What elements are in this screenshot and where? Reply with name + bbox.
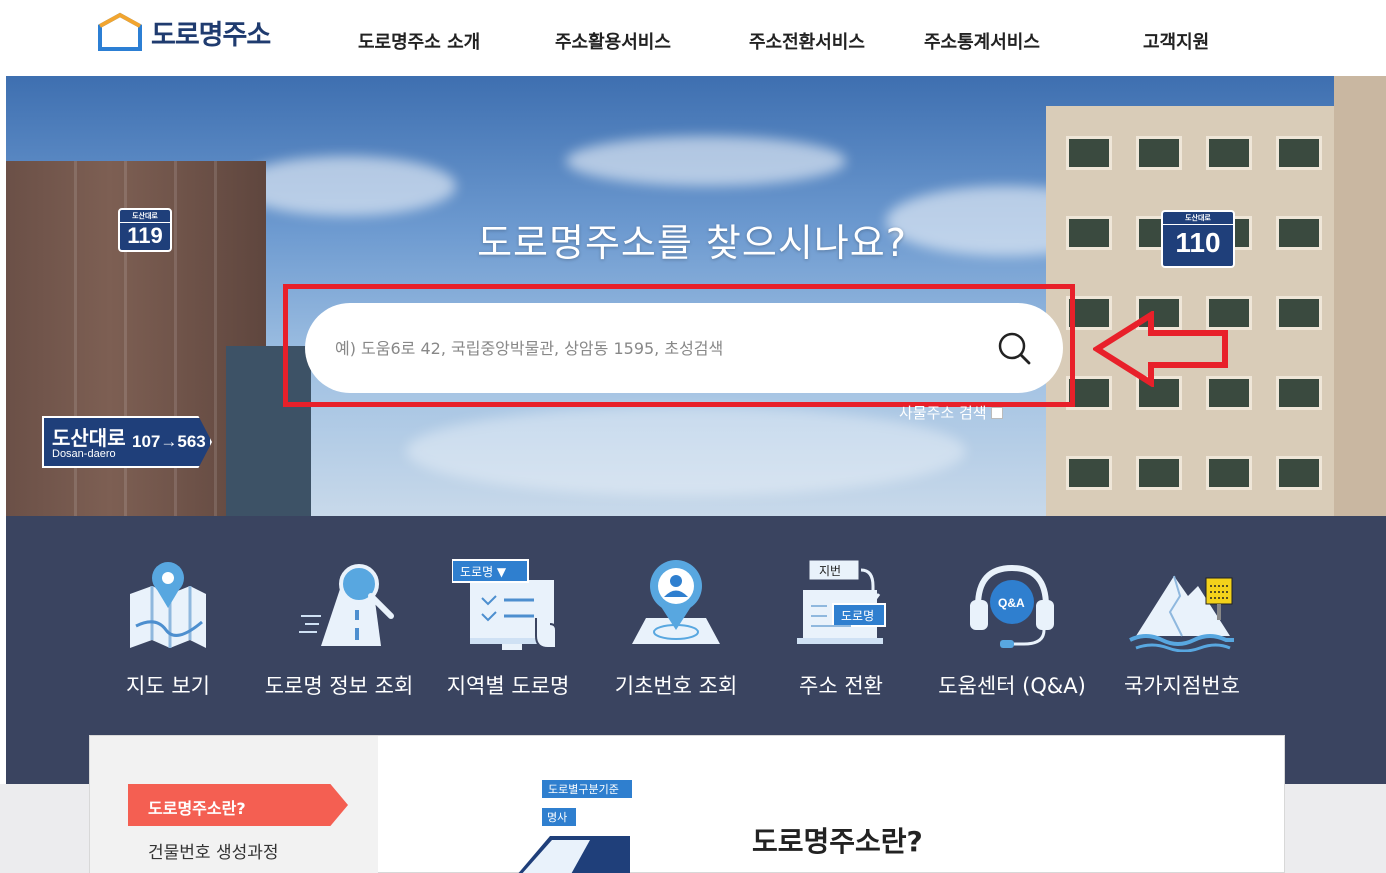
quick-menu-map-label: 지도 보기 [126, 674, 210, 698]
quick-menu-national-point[interactable]: 국가지점번호 [1112, 556, 1252, 700]
road-search-icon [299, 564, 394, 646]
cloud [566, 136, 846, 186]
site-header: 도로명주소 도로명주소 소개 주소활용서비스 주소전환서비스 주소통계서비스 고… [0, 0, 1386, 76]
nav-item-conversion[interactable]: 주소전환서비스 [749, 28, 865, 54]
logo[interactable]: 도로명주소 [97, 12, 271, 52]
side-menu-item-road-address[interactable]: 도로명주소란? [128, 784, 348, 826]
nav-item-intro[interactable]: 도로명주소 소개 [358, 28, 480, 54]
location-pin-icon [632, 560, 720, 644]
nav-item-statistics[interactable]: 주소통계서비스 [924, 28, 1040, 54]
object-address-search-toggle[interactable]: 사물주소 검색 [899, 402, 1003, 423]
house-logo-icon [98, 12, 142, 51]
qa-badge: Q&A [998, 596, 1025, 610]
nav-item-support[interactable]: 고객지원 [1143, 28, 1209, 54]
quick-menu-address-convert-label: 주소 전환 [799, 674, 883, 698]
hero-banner: 도산대로 119 도산대로 110 도산대로 Dosan-daero 107→5… [6, 76, 1386, 516]
road-sign-illustration-icon: 도로별구분기준 명사 [518, 780, 632, 873]
quick-menu-national-point-label: 국가지점번호 [1124, 674, 1240, 698]
object-address-search-checkbox[interactable] [990, 406, 1003, 419]
quick-menu-help-center-label: 도움센터 (Q&A) [938, 674, 1086, 698]
address-convert-icon: 지번 도로명 [797, 559, 886, 644]
logo-text: 도로명주소 [151, 19, 271, 51]
headset-icon: Q&A [970, 564, 1054, 648]
road-name-sign: 도산대로 Dosan-daero 107→563 [42, 416, 212, 468]
intro-side-menu: 도로명주소란? 건물번호 생성과정 [90, 736, 378, 873]
quick-menu-base-number-label: 기초번호 조회 [614, 674, 738, 698]
object-address-search-label: 사물주소 검색 [899, 404, 987, 422]
region-monitor-icon: 도로명 ▼ [452, 559, 557, 650]
quick-menu-region-road-label: 지역별 도로명 [446, 674, 570, 698]
mountain-sign-icon [1129, 575, 1234, 652]
road-name-dropdown-badge: 도로명 ▼ [460, 565, 507, 579]
quick-menu-region-road[interactable]: 도로명 ▼ 지역별 도로명 [438, 556, 578, 700]
illu-tag-criteria: 도로별구분기준 [548, 783, 619, 796]
illu-tag-noun: 명사 [547, 811, 567, 824]
doro-badge: 도로명 [841, 609, 874, 623]
map-icon [130, 562, 206, 648]
quick-menu-road-info[interactable]: 도로명 정보 조회 [258, 556, 420, 700]
cloud [406, 406, 966, 496]
jibun-badge: 지번 [819, 564, 841, 578]
nav-item-services[interactable]: 주소활용서비스 [555, 28, 671, 54]
quick-menu-base-number[interactable]: 기초번호 조회 [606, 556, 746, 700]
quick-menu-road-info-label: 도로명 정보 조회 [264, 674, 414, 698]
cloud [236, 156, 456, 216]
building-right-edge [1334, 76, 1386, 516]
side-menu-item-building-number[interactable]: 건물번호 생성과정 [148, 838, 279, 863]
intro-panel: 도로명주소란? 건물번호 생성과정 도로별구분기준 명사 도로명주소란? [89, 735, 1285, 873]
left-arrow-annotation-icon [1093, 311, 1228, 387]
hero-title: 도로명주소를 찾으시나요? [477, 221, 907, 265]
quick-menu-map[interactable]: 지도 보기 [118, 556, 218, 700]
intro-title: 도로명주소란? [752, 825, 923, 858]
quick-menu-address-convert[interactable]: 지번 도로명 주소 전환 [781, 556, 901, 700]
search-highlight-box [283, 284, 1075, 407]
quick-menu-help-center[interactable]: Q&A 도움센터 (Q&A) [928, 556, 1096, 700]
